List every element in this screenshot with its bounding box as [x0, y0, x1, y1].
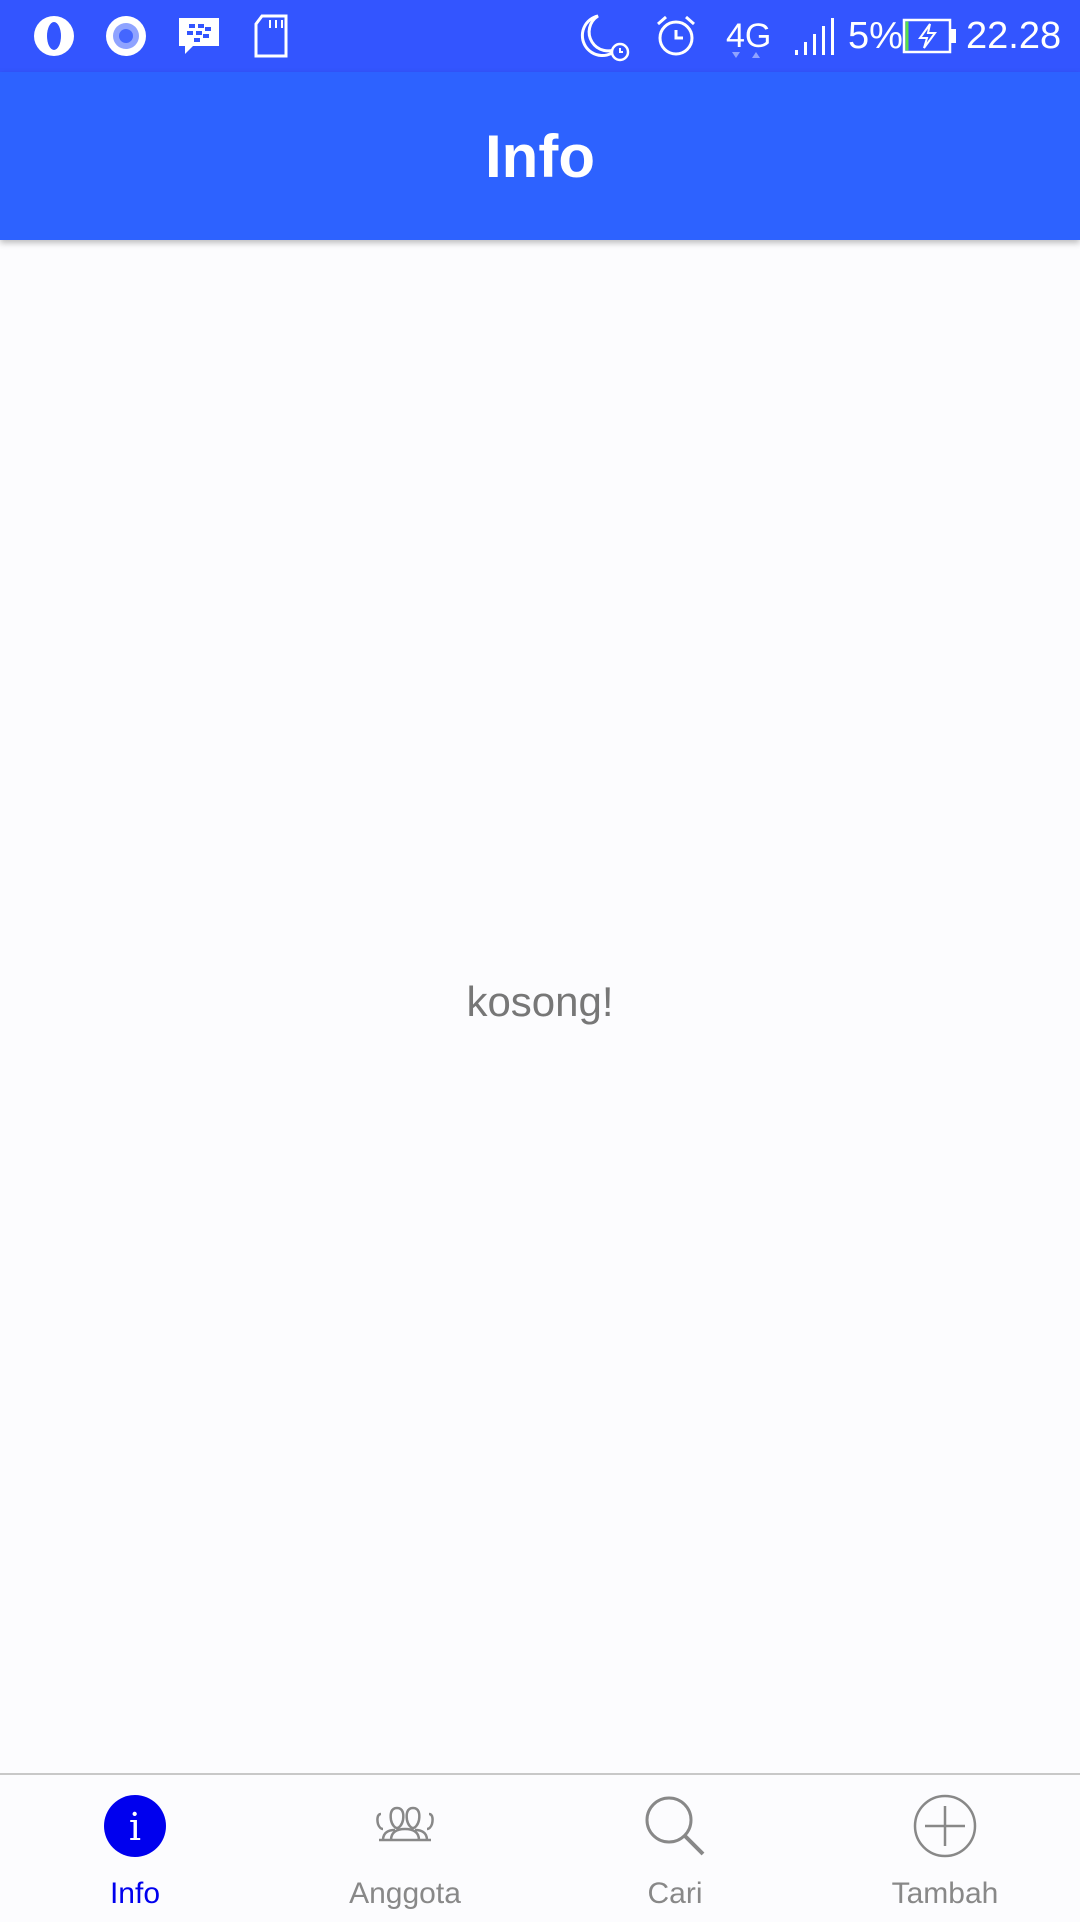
tab-tambah[interactable]: Tambah — [810, 1775, 1080, 1922]
network-4g-icon — [732, 52, 760, 58]
add-icon — [913, 1794, 977, 1858]
status-time: 22.28 — [966, 15, 1062, 57]
tab-info[interactable]: i Info — [0, 1775, 270, 1922]
svg-text:i: i — [129, 1805, 141, 1849]
info-icon: i — [104, 1795, 166, 1857]
page-title: Info — [485, 122, 595, 190]
search-icon — [645, 1796, 705, 1856]
tab-info-label: Info — [109, 1877, 161, 1910]
alarm-icon — [657, 15, 695, 56]
empty-state-message: kosong! — [466, 977, 614, 1025]
app-bar: Info — [0, 72, 1080, 240]
browser-icon — [106, 16, 146, 56]
signal-icon — [795, 18, 834, 55]
tab-cari[interactable]: Cari — [540, 1775, 810, 1922]
sd-card-icon — [254, 14, 288, 58]
battery-charging-icon — [902, 18, 956, 54]
night-mode-icon — [580, 14, 630, 62]
opera-icon — [34, 16, 74, 56]
main-content: kosong! — [0, 240, 1080, 1773]
tab-tambah-label: Tambah — [891, 1877, 999, 1910]
bottom-navigation: i Info Anggota Cari Tambah — [0, 1773, 1080, 1922]
battery-percent: 5% — [848, 15, 903, 57]
tab-cari-label: Cari — [647, 1877, 703, 1910]
members-icon — [376, 1806, 434, 1842]
bbm-icon — [179, 18, 219, 54]
tab-anggota[interactable]: Anggota — [270, 1775, 540, 1922]
tab-anggota-label: Anggota — [349, 1877, 461, 1910]
status-bar: 4G 5% 22.28 — [0, 0, 1080, 72]
